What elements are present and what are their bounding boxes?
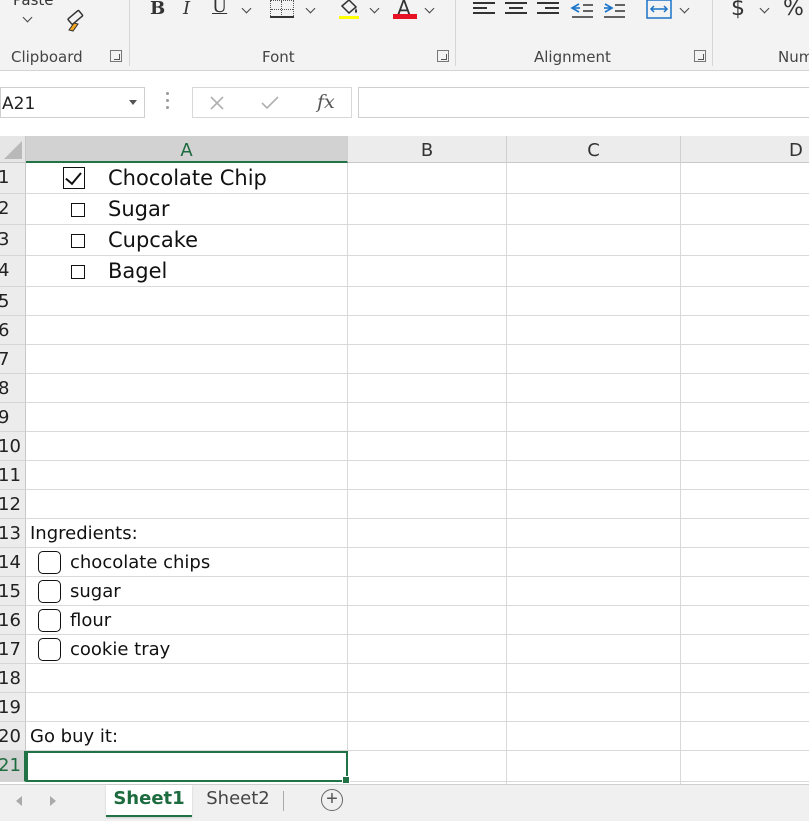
row-header[interactable]: 17 [0, 635, 26, 664]
alignment-group-label: Alignment [534, 48, 611, 66]
row-header[interactable]: 16 [0, 606, 26, 635]
font-launcher-icon[interactable] [437, 50, 449, 62]
row-header[interactable]: 4 [0, 256, 26, 287]
underline-dropdown-chevron-icon[interactable] [241, 3, 252, 14]
row-header[interactable]: 10 [0, 432, 26, 461]
scroll-tabs-right-icon[interactable] [50, 796, 56, 806]
alignment-launcher-icon[interactable] [694, 50, 706, 62]
paste-label[interactable]: Paste [13, 0, 54, 9]
row-header[interactable]: 20 [0, 722, 26, 751]
cancel-icon[interactable] [209, 95, 225, 111]
cell-a15[interactable]: sugar [70, 581, 121, 602]
row-header[interactable]: 7 [0, 345, 26, 374]
cell-a4[interactable]: Bagel [108, 259, 167, 283]
row-header[interactable]: 8 [0, 374, 26, 403]
fill-color-dropdown-chevron-icon[interactable] [369, 3, 380, 14]
row-header[interactable]: 5 [0, 287, 26, 316]
currency-format-button[interactable]: $ [731, 0, 745, 21]
cell-a17[interactable]: cookie tray [70, 639, 170, 660]
font-color-dropdown-chevron-icon[interactable] [424, 3, 435, 14]
italic-button[interactable]: I [183, 0, 190, 19]
row-header[interactable]: 13 [0, 519, 26, 548]
row-header[interactable]: 11 [0, 461, 26, 490]
align-right-icon[interactable] [537, 2, 559, 18]
drag-handle-icon[interactable] [166, 92, 169, 112]
name-box[interactable]: A21 [0, 87, 145, 118]
underline-button[interactable]: U [212, 0, 227, 17]
cell-a1[interactable]: Chocolate Chip [108, 166, 267, 190]
row-header[interactable]: 1 [0, 163, 26, 194]
formula-bar: A21 fx [0, 72, 809, 132]
select-all-button[interactable] [0, 136, 26, 163]
cell-a20[interactable]: Go buy it: [30, 726, 118, 747]
row-header[interactable]: 21 [0, 751, 26, 782]
checkbox-cupcake[interactable] [71, 234, 85, 248]
checkbox-flour[interactable] [38, 609, 61, 632]
sheet-tab-bar: Sheet1 Sheet2 + [0, 784, 809, 821]
checkbox-chocolate-chip[interactable] [63, 167, 85, 189]
sheet-tab-sheet1[interactable]: Sheet1 [106, 785, 192, 817]
cell-a3[interactable]: Cupcake [108, 228, 198, 252]
number-group-label: Num [778, 48, 809, 66]
clipboard-group-label: Clipboard [11, 48, 83, 66]
row-header[interactable]: 6 [0, 316, 26, 345]
row-header[interactable]: 14 [0, 548, 26, 577]
bold-button[interactable]: B [150, 0, 165, 19]
font-group-label: Font [262, 48, 295, 66]
merge-dropdown-chevron-icon[interactable] [679, 3, 690, 14]
cell-a13[interactable]: Ingredients: [30, 523, 138, 544]
font-color-icon[interactable]: A [393, 0, 417, 22]
checkbox-bagel[interactable] [71, 265, 85, 279]
row-header[interactable]: 3 [0, 225, 26, 256]
ribbon: Paste Clipboard B I U A Font Alignment $… [0, 0, 809, 71]
row-header[interactable]: 18 [0, 664, 26, 693]
cell-a14[interactable]: chocolate chips [70, 552, 210, 573]
clipboard-launcher-icon[interactable] [110, 50, 122, 62]
row-header[interactable]: 19 [0, 693, 26, 722]
insert-function-button[interactable]: fx [317, 91, 335, 113]
checkbox-chocolate-chips[interactable] [38, 551, 61, 574]
fill-color-icon[interactable] [337, 0, 361, 25]
cell-a2[interactable]: Sugar [108, 197, 169, 221]
name-box-value: A21 [2, 94, 36, 114]
column-header-a[interactable]: A [26, 136, 348, 163]
currency-dropdown-chevron-icon[interactable] [759, 3, 770, 14]
row-header[interactable]: 9 [0, 403, 26, 432]
checkbox-sugar-ingredient[interactable] [38, 580, 61, 603]
row-header[interactable]: 12 [0, 490, 26, 519]
column-header-c[interactable]: C [507, 136, 681, 163]
merge-center-icon[interactable] [646, 0, 672, 25]
decrease-indent-icon[interactable] [570, 2, 594, 25]
sheet-tab-sheet2[interactable]: Sheet2 [200, 785, 276, 815]
active-cell-a21[interactable] [26, 751, 350, 784]
borders-icon[interactable] [270, 0, 294, 18]
format-painter-icon[interactable] [64, 8, 90, 39]
align-left-icon[interactable] [473, 2, 495, 18]
enter-icon[interactable] [261, 95, 279, 111]
increase-indent-icon[interactable] [602, 2, 626, 25]
borders-dropdown-chevron-icon[interactable] [305, 3, 316, 14]
checkbox-cookie-tray[interactable] [38, 638, 61, 661]
column-header-d[interactable]: D [681, 136, 809, 163]
add-sheet-icon[interactable]: + [321, 789, 343, 811]
cell-a16[interactable]: flour [70, 610, 111, 631]
checkbox-sugar[interactable] [71, 203, 85, 217]
scroll-tabs-left-icon[interactable] [16, 796, 22, 806]
paste-dropdown-chevron-icon[interactable] [22, 12, 33, 23]
row-header[interactable]: 2 [0, 194, 26, 225]
align-center-icon[interactable] [505, 2, 527, 18]
formula-buttons: fx [192, 87, 352, 118]
percent-format-button[interactable]: % [783, 0, 804, 21]
row-header[interactable]: 15 [0, 577, 26, 606]
column-header-b[interactable]: B [348, 136, 507, 163]
column-header-d-label: D [789, 140, 803, 161]
spreadsheet-grid: A B C D 1 2 3 4 5 6 7 8 9 10 11 12 13 14… [0, 136, 809, 784]
font-color-swatch [393, 14, 417, 19]
formula-input[interactable] [358, 87, 809, 118]
name-box-dropdown-icon[interactable] [129, 100, 137, 105]
